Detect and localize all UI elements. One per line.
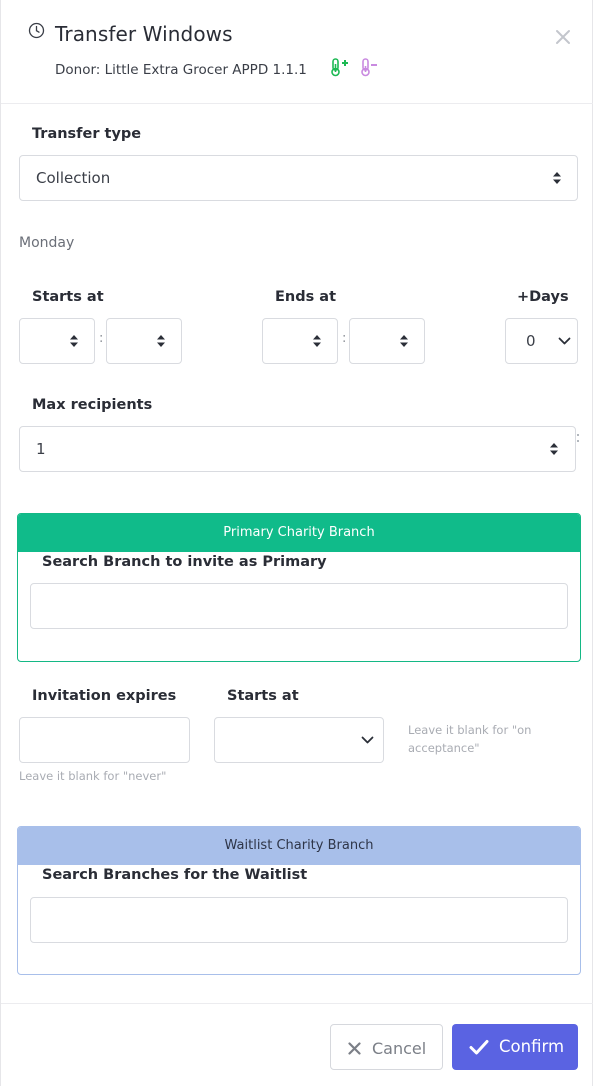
- ends-at-label: Ends at: [275, 289, 337, 305]
- sort-arrows-icon: [70, 335, 78, 347]
- invitation-expires-hint: Leave it blank for "never": [19, 769, 167, 783]
- waitlist-search-label: Search Branches for the Waitlist: [42, 867, 308, 883]
- end-hour-select[interactable]: [262, 318, 338, 364]
- transfer-windows-modal: Transfer Windows Donor: Little Extra Gro…: [0, 0, 593, 1086]
- thermometer-plus-icon[interactable]: [329, 57, 349, 77]
- cancel-button[interactable]: Cancel: [330, 1024, 443, 1070]
- plus-days-select[interactable]: 0: [505, 318, 578, 364]
- close-icon: [348, 1042, 361, 1055]
- primary-panel-header: Primary Charity Branch: [18, 514, 580, 552]
- chevron-down-icon: [558, 337, 571, 345]
- invitation-expires-input[interactable]: [19, 717, 190, 763]
- cancel-button-label: Cancel: [372, 1039, 427, 1058]
- max-recipients-label: Max recipients: [32, 397, 153, 413]
- sort-arrows-icon: [400, 335, 408, 347]
- invitation-starts-select[interactable]: [214, 717, 384, 763]
- transfer-type-label: Transfer type: [32, 126, 142, 142]
- modal-header: Transfer Windows Donor: Little Extra Gro…: [1, 0, 593, 104]
- primary-search-label: Search Branch to invite as Primary: [42, 554, 327, 570]
- donor-label: Donor: Little Extra Grocer APPD 1.1.1: [55, 62, 307, 78]
- weekday-label: Monday: [19, 235, 75, 251]
- waitlist-panel-header: Waitlist Charity Branch: [18, 827, 580, 865]
- confirm-button[interactable]: Confirm: [452, 1024, 578, 1070]
- confirm-button-label: Confirm: [499, 1037, 565, 1056]
- primary-branch-search-input[interactable]: [30, 583, 568, 629]
- plus-days-value: 0: [526, 332, 536, 350]
- thermometer-minus-icon[interactable]: [359, 57, 379, 77]
- waitlist-branch-search-input[interactable]: [30, 897, 568, 943]
- max-recipients-input[interactable]: 1: [19, 426, 576, 472]
- modal-title: Transfer Windows: [55, 22, 233, 46]
- chevron-down-icon: [361, 736, 374, 744]
- clock-icon: [28, 22, 45, 39]
- time-separator: :: [99, 331, 104, 346]
- end-minute-select[interactable]: [349, 318, 425, 364]
- stepper-arrows-icon[interactable]: [549, 442, 559, 456]
- start-minute-select[interactable]: [106, 318, 182, 364]
- sort-arrows-icon: [553, 172, 561, 184]
- check-icon: [469, 1040, 489, 1055]
- close-icon[interactable]: [554, 28, 572, 46]
- plus-days-label: +Days: [517, 289, 569, 305]
- transfer-type-value: Collection: [36, 169, 111, 187]
- start-hour-select[interactable]: [19, 318, 95, 364]
- invitation-expires-label: Invitation expires: [32, 688, 177, 704]
- time-separator: :: [342, 331, 347, 346]
- starts-at-label: Starts at: [32, 289, 104, 305]
- sort-arrows-icon: [157, 335, 165, 347]
- invitation-starts-label: Starts at: [227, 688, 299, 704]
- sort-arrows-icon: [313, 335, 321, 347]
- resize-handle-icon: [577, 434, 579, 442]
- invitation-starts-hint: Leave it blank for "on acceptance": [408, 723, 532, 755]
- max-recipients-value: 1: [36, 440, 46, 458]
- transfer-type-select[interactable]: Collection: [19, 155, 578, 201]
